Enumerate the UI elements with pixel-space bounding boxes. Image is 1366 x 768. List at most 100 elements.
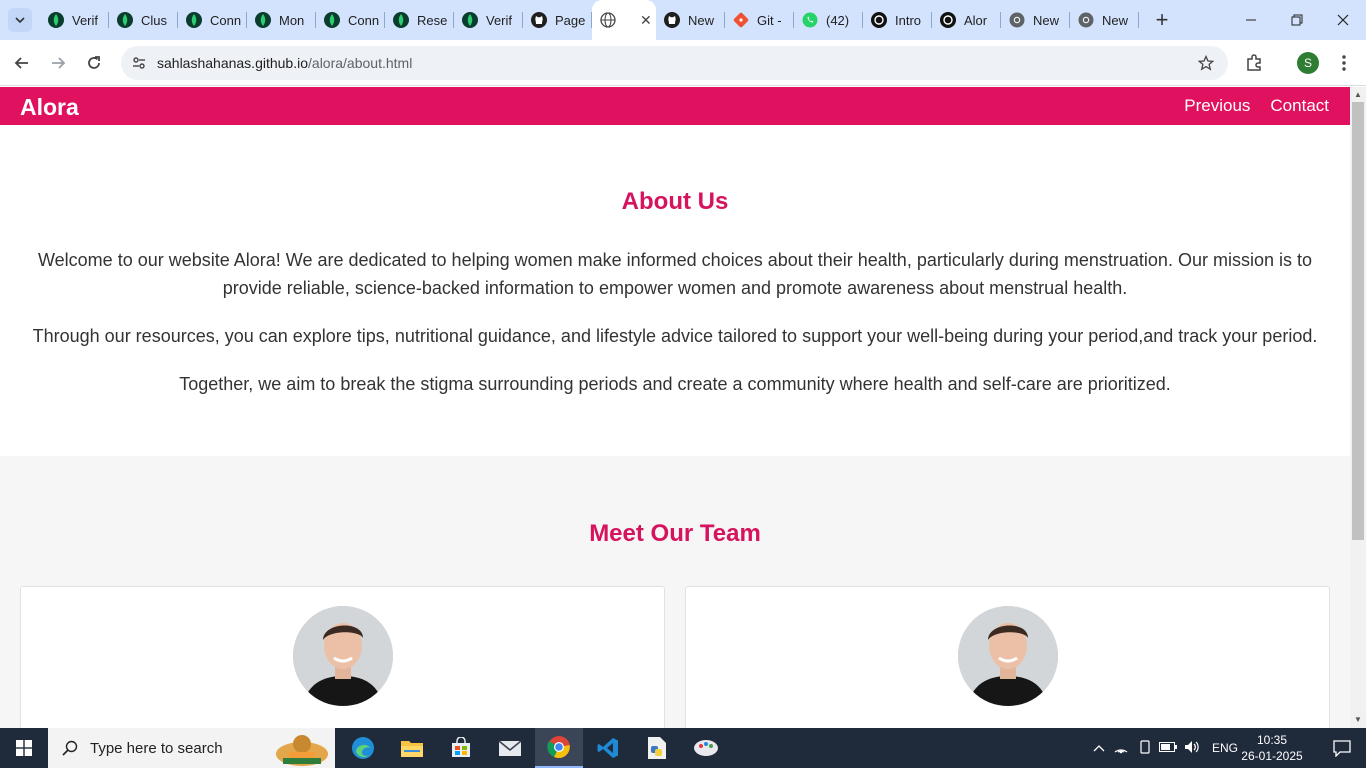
bookmark-star-icon[interactable] xyxy=(1196,53,1216,73)
taskbar-mail[interactable] xyxy=(486,728,534,768)
taskbar-app-extra[interactable] xyxy=(682,728,730,768)
site-logo[interactable]: Alora xyxy=(20,94,79,121)
windows-logo-icon xyxy=(16,740,32,756)
language-indicator[interactable]: ENG xyxy=(1212,741,1238,755)
arrow-right-icon xyxy=(52,57,66,69)
page-scrollbar[interactable]: ▲ ▼ xyxy=(1350,87,1366,728)
taskbar-chrome[interactable] xyxy=(535,728,583,768)
mongodb-leaf-icon xyxy=(186,12,202,28)
battery-icon[interactable] xyxy=(1156,741,1180,755)
taskbar-edge[interactable] xyxy=(339,728,387,768)
browser-tab[interactable]: Conn xyxy=(178,0,247,40)
browser-tab[interactable]: Page xyxy=(523,0,592,40)
team-section: Meet Our Team xyxy=(0,456,1350,728)
mongodb-leaf-icon xyxy=(48,12,64,28)
whatsapp-icon xyxy=(802,12,818,28)
url-path: /alora/about.html xyxy=(308,55,413,71)
globe-icon xyxy=(600,12,616,28)
taskbar-python[interactable] xyxy=(633,728,681,768)
store-bag-icon xyxy=(452,737,470,757)
scroll-up-icon[interactable]: ▲ xyxy=(1353,90,1363,100)
browser-tab[interactable]: Git - xyxy=(725,0,794,40)
browser-tab[interactable]: Verif xyxy=(454,0,523,40)
nav-link-previous[interactable]: Previous xyxy=(1184,96,1250,116)
search-icon xyxy=(62,740,78,756)
url-text: sahlashahanas.github.io/alora/about.html xyxy=(157,55,412,71)
tab-title: Alor xyxy=(964,12,988,28)
plus-icon: + xyxy=(1155,7,1169,32)
menu-button[interactable] xyxy=(1330,49,1358,77)
tab-title: Verif xyxy=(72,12,99,28)
back-button[interactable] xyxy=(8,49,36,77)
edge-icon xyxy=(352,737,374,759)
browser-tab[interactable]: (42) xyxy=(794,0,863,40)
about-title: About Us xyxy=(621,188,729,215)
tab-title: New xyxy=(688,12,715,28)
mongodb-leaf-icon xyxy=(393,12,409,28)
site-info-icon[interactable] xyxy=(129,53,149,73)
openai-icon xyxy=(871,12,887,28)
browser-tab[interactable]: Alor xyxy=(932,0,1001,40)
extensions-button[interactable] xyxy=(1240,49,1268,77)
openai-icon xyxy=(940,12,956,28)
mongodb-leaf-icon xyxy=(117,12,133,28)
tab-title: Page xyxy=(555,12,586,28)
about-paragraph-1: Welcome to our website Alora! We are ded… xyxy=(38,250,1312,298)
tab-title: (42) xyxy=(826,12,850,28)
nav-link-contact[interactable]: Contact xyxy=(1270,96,1329,116)
tab-title: Conn xyxy=(348,12,380,28)
scroll-thumb[interactable] xyxy=(1352,102,1364,540)
browser-tab[interactable]: ✕ xyxy=(592,0,656,40)
tab-search-button[interactable] xyxy=(8,8,32,32)
browser-tab[interactable]: New xyxy=(656,0,725,40)
notification-icon xyxy=(1333,740,1351,757)
close-window-button[interactable] xyxy=(1320,0,1366,40)
network-icon[interactable] xyxy=(1108,740,1134,757)
git-icon xyxy=(733,12,749,28)
browser-tab[interactable]: Intro xyxy=(863,0,932,40)
more-vertical-icon xyxy=(1342,55,1346,71)
minimize-button[interactable] xyxy=(1228,0,1274,40)
reload-button[interactable] xyxy=(80,49,108,77)
phone-link-icon[interactable] xyxy=(1134,739,1156,757)
tab-title: New xyxy=(1102,12,1129,28)
mail-icon xyxy=(498,740,522,756)
clock-time: 10:35 xyxy=(1256,733,1288,747)
profile-avatar[interactable]: S xyxy=(1297,52,1319,74)
browser-tab[interactable]: New xyxy=(1070,0,1139,40)
browser-tab[interactable]: Verif xyxy=(40,0,109,40)
taskbar-clock[interactable]: 10:35 26-01-2025 xyxy=(1240,732,1304,764)
taskbar-search[interactable]: Type here to search xyxy=(48,728,335,768)
browser-tab[interactable]: Clus xyxy=(109,0,178,40)
browser-tab[interactable]: Rese xyxy=(385,0,454,40)
chrome-icon xyxy=(1009,12,1025,28)
address-bar[interactable]: sahlashahanas.github.io/alora/about.html xyxy=(121,46,1228,80)
paint-palette-icon xyxy=(694,740,718,756)
browser-tab[interactable]: Mon xyxy=(247,0,316,40)
notifications-button[interactable] xyxy=(1318,728,1366,768)
reload-icon xyxy=(88,56,100,69)
mongodb-leaf-icon xyxy=(462,12,478,28)
clock-date: 26-01-2025 xyxy=(1241,749,1303,763)
close-tab-icon[interactable]: ✕ xyxy=(640,12,652,29)
url-host: sahlashahanas.github.io xyxy=(157,55,309,71)
site-navbar: Alora Previous Contact xyxy=(0,87,1350,125)
volume-icon[interactable] xyxy=(1180,740,1204,757)
start-button[interactable] xyxy=(0,728,48,768)
taskbar-vscode[interactable] xyxy=(584,728,632,768)
new-tab-button[interactable]: + xyxy=(1150,7,1174,32)
browser-tab[interactable]: New xyxy=(1001,0,1070,40)
taskbar-file-explorer[interactable] xyxy=(388,728,436,768)
team-member-card xyxy=(685,586,1330,728)
taskbar-store[interactable] xyxy=(437,728,485,768)
search-highlight-icon xyxy=(275,735,328,766)
scroll-down-icon[interactable]: ▼ xyxy=(1353,715,1363,725)
forward-button[interactable] xyxy=(44,49,72,77)
tab-strip: Verif Clus Conn Mon Conn Rese Verif Page ✕ New Git… xyxy=(0,0,1366,40)
restore-button[interactable] xyxy=(1274,0,1320,40)
github-icon xyxy=(664,12,680,28)
search-placeholder: Type here to search xyxy=(90,739,223,757)
chevron-up-icon[interactable] xyxy=(1090,741,1108,755)
python-file-icon xyxy=(648,737,666,759)
browser-tab[interactable]: Conn xyxy=(316,0,385,40)
